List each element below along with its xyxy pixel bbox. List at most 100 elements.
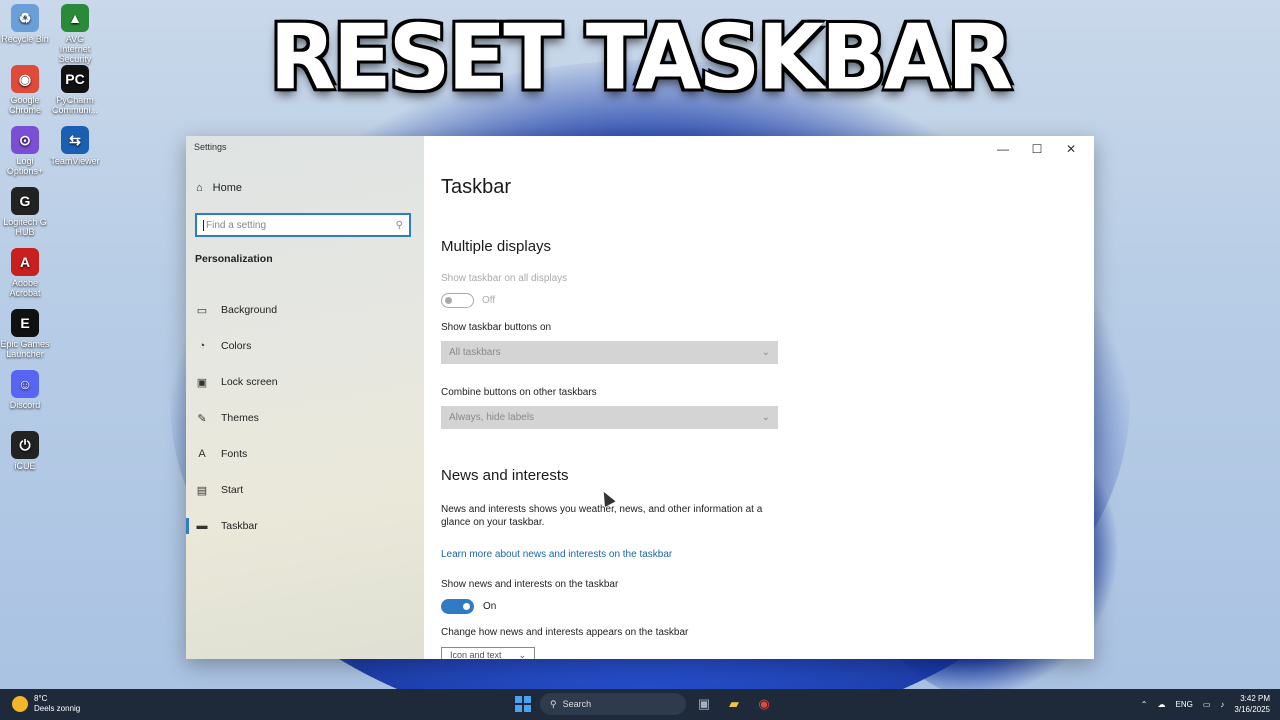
logitech-ghub-icon: G <box>11 187 39 215</box>
desktop-icon[interactable]: ☺ Discord <box>0 370 50 410</box>
desktop-icon[interactable]: PC PyCharm Communi... <box>50 65 100 115</box>
multiple-displays-heading: Multiple displays <box>441 238 552 255</box>
desktop-icon[interactable]: A Adobe Acrobat <box>0 248 50 298</box>
page-title: Taskbar <box>441 176 512 198</box>
chrome-icon: ◉ <box>11 65 39 93</box>
desktop-icon[interactable]: ⊙ Logi Options+ <box>0 126 50 176</box>
settings-sidebar: Settings ⌂ Home Find a setting ⚲ Persona… <box>186 136 424 659</box>
sidebar-item-colors[interactable]: ◔ Colors <box>186 328 424 364</box>
desktop-icon-label: PyCharm Communi... <box>51 95 98 115</box>
desktop-icon[interactable]: ▲ AVG Internet Security <box>50 4 100 64</box>
desktop-icon[interactable]: G Logitech G HUB <box>0 187 50 237</box>
show-news-label: Show news and interests on the taskbar <box>441 579 619 590</box>
chevron-down-icon: ⌄ <box>761 347 770 358</box>
find-setting-search-input[interactable]: Find a setting ⚲ <box>195 213 411 237</box>
sidebar-item-themes[interactable]: ✎ Themes <box>186 400 424 436</box>
weather-sun-icon <box>12 696 28 712</box>
clock[interactable]: 3:42 PM 3/16/2025 <box>1234 693 1270 715</box>
fonts-icon: A <box>198 448 206 460</box>
change-news-value: Icon and text <box>450 650 502 659</box>
sidebar-item-label: Lock screen <box>221 376 278 388</box>
start-icon: ▤ <box>196 484 208 497</box>
chevron-up-icon[interactable]: ⌃ <box>1141 700 1148 709</box>
home-icon: ⌂ <box>196 182 203 194</box>
onedrive-icon[interactable]: ☁ <box>1158 700 1166 709</box>
adobe-acrobat-icon: A <box>11 248 39 276</box>
desktop-icon[interactable]: ♻ Recycle Bin <box>0 4 50 44</box>
taskbar-search[interactable]: ⚲ Search <box>540 693 686 715</box>
buttons-on-label: Show taskbar buttons on <box>441 322 552 333</box>
desktop-icon[interactable]: ⇆ TeamViewer <box>50 126 100 166</box>
weather-temp: 8°C <box>34 694 48 703</box>
taskbar-center: ⚲ Search ▣ ▰ ◉ <box>512 692 776 716</box>
show-all-displays-label: Show taskbar on all displays <box>441 273 568 284</box>
minimize-icon[interactable]: — <box>986 138 1020 160</box>
chrome-taskbar-icon[interactable]: ◉ <box>752 692 776 716</box>
sidebar-item-label: Background <box>221 304 278 316</box>
personalization-nav: ▭ Background ◔ Colors ▣ Lock screen ✎ Themes A Fo… <box>186 292 424 544</box>
show-news-toggle[interactable] <box>441 599 474 614</box>
news-heading: News and interests <box>441 467 569 484</box>
combine-label: Combine buttons on other taskbars <box>441 387 597 398</box>
search-icon: ⚲ <box>550 698 557 709</box>
news-description: News and interests shows you weather, ne… <box>441 504 763 528</box>
desktop-icon-label: Discord <box>9 400 41 410</box>
colors-icon: ◔ <box>198 340 206 352</box>
weather-desc: Deels zonnig <box>34 704 81 713</box>
settings-content: — ☐ ✕ Taskbar Multiple displays Show tas… <box>424 136 1094 659</box>
lock-screen-icon: ▣ <box>196 376 208 389</box>
home-nav-item[interactable]: ⌂ Home <box>196 182 242 194</box>
window-title: Settings <box>194 142 227 152</box>
teamviewer-icon: ⇆ <box>61 126 89 154</box>
weather-widget[interactable]: 8°C Deels zonnig <box>12 694 80 714</box>
discord-icon: ☺ <box>11 370 39 398</box>
news-learn-more-link[interactable]: Learn more about news and interests on t… <box>441 549 672 560</box>
task-view-icon[interactable]: ▣ <box>692 692 716 716</box>
buttons-on-select[interactable]: All taskbars ⌄ <box>441 341 778 364</box>
maximize-icon[interactable]: ☐ <box>1020 138 1054 160</box>
headline-text: RESET TASKBAR <box>269 5 1014 111</box>
close-icon[interactable]: ✕ <box>1054 138 1088 160</box>
epic-games-icon: E <box>11 309 39 337</box>
system-tray: ⌃ ☁ ENG ▭ ♪ 3:42 PM 3/16/2025 <box>1141 693 1270 715</box>
desktop-icon[interactable]: ◉ Google Chrome <box>0 65 50 115</box>
sidebar-item-taskbar[interactable]: ▬ Taskbar <box>186 508 424 544</box>
background-icon: ▭ <box>196 304 208 317</box>
sidebar-item-fonts[interactable]: A Fonts <box>186 436 424 472</box>
pycharm-icon: PC <box>61 65 89 93</box>
sidebar-item-label: Colors <box>221 340 252 352</box>
volume-icon[interactable]: ♪ <box>1220 700 1224 709</box>
icue-icon: ⏻ <box>11 431 39 459</box>
combine-value: Always, hide labels <box>449 412 535 423</box>
show-all-displays-toggle[interactable] <box>441 293 474 308</box>
sidebar-item-start[interactable]: ▤ Start <box>186 472 424 508</box>
clock-date: 3/16/2025 <box>1234 705 1270 714</box>
sidebar-item-label: Themes <box>221 412 259 424</box>
clock-time: 3:42 PM <box>1240 694 1270 703</box>
desktop-icon-label: Logitech G HUB <box>3 217 47 237</box>
buttons-on-value: All taskbars <box>449 347 501 358</box>
combine-select[interactable]: Always, hide labels ⌄ <box>441 406 778 429</box>
start-button-icon[interactable] <box>512 693 534 715</box>
desktop-icon-label: Recycle Bin <box>1 34 49 44</box>
section-heading: Personalization <box>195 253 273 265</box>
sidebar-item-background[interactable]: ▭ Background <box>186 292 424 328</box>
sidebar-item-label: Taskbar <box>221 520 258 532</box>
network-icon[interactable]: ▭ <box>1203 700 1211 709</box>
file-explorer-icon[interactable]: ▰ <box>722 692 746 716</box>
window-controls: — ☐ ✕ <box>986 138 1088 160</box>
show-news-state: On <box>483 601 497 612</box>
desktop-icon-label: Epic Games Launcher <box>0 339 50 359</box>
desktop-icon-label: Adobe Acrobat <box>9 278 41 298</box>
change-news-select[interactable]: Icon and text ⌄ <box>441 647 535 659</box>
sidebar-item-lock-screen[interactable]: ▣ Lock screen <box>186 364 424 400</box>
desktop-icon[interactable]: E Epic Games Launcher <box>0 309 50 359</box>
recycle-bin-icon: ♻ <box>11 4 39 32</box>
desktop-icon-label: AVG Internet Security <box>58 34 92 64</box>
taskbar-icon: ▬ <box>196 520 208 532</box>
search-icon: ⚲ <box>395 219 403 231</box>
avg-icon: ▲ <box>61 4 89 32</box>
language-indicator[interactable]: ENG <box>1176 700 1193 709</box>
desktop-icon[interactable]: ⏻ iCUE <box>0 431 50 471</box>
desktop-icon-label: iCUE <box>14 461 36 471</box>
